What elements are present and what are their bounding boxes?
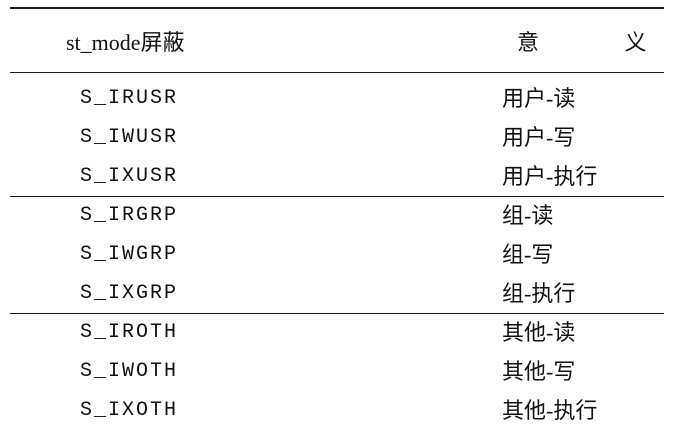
table-row-mask: S_IWOTH	[80, 360, 179, 383]
header-divider-rule	[10, 72, 664, 73]
header-meaning-column: 意 义	[517, 30, 675, 55]
table-row-meaning: 用户-读	[502, 86, 576, 111]
table-row-meaning: 用户-执行	[502, 164, 598, 189]
table-row-meaning: 组-执行	[502, 281, 576, 306]
table-row-mask: S_IXOTH	[80, 399, 179, 422]
table-row-mask: S_IXGRP	[80, 282, 179, 305]
table-row-mask: S_IRGRP	[80, 204, 179, 227]
table-row-mask: S_IWGRP	[80, 243, 179, 266]
group-divider-rule	[10, 313, 664, 314]
table-row-meaning: 用户-写	[502, 125, 576, 150]
table-row-mask: S_IXUSR	[80, 165, 179, 188]
table-top-rule	[10, 7, 664, 9]
table-row-meaning: 其他-读	[502, 320, 576, 345]
table-row-mask: S_IRUSR	[80, 87, 179, 110]
table-row-mask: S_IWUSR	[80, 126, 179, 149]
table-row-meaning: 其他-执行	[502, 398, 598, 423]
table-row-meaning: 其他-写	[502, 359, 576, 384]
table-row-mask: S_IROTH	[80, 321, 179, 344]
table-row-meaning: 组-读	[502, 203, 554, 228]
header-mask-column: st_mode屏蔽	[66, 30, 185, 55]
table-row-meaning: 组-写	[502, 242, 554, 267]
group-divider-rule	[10, 196, 664, 197]
